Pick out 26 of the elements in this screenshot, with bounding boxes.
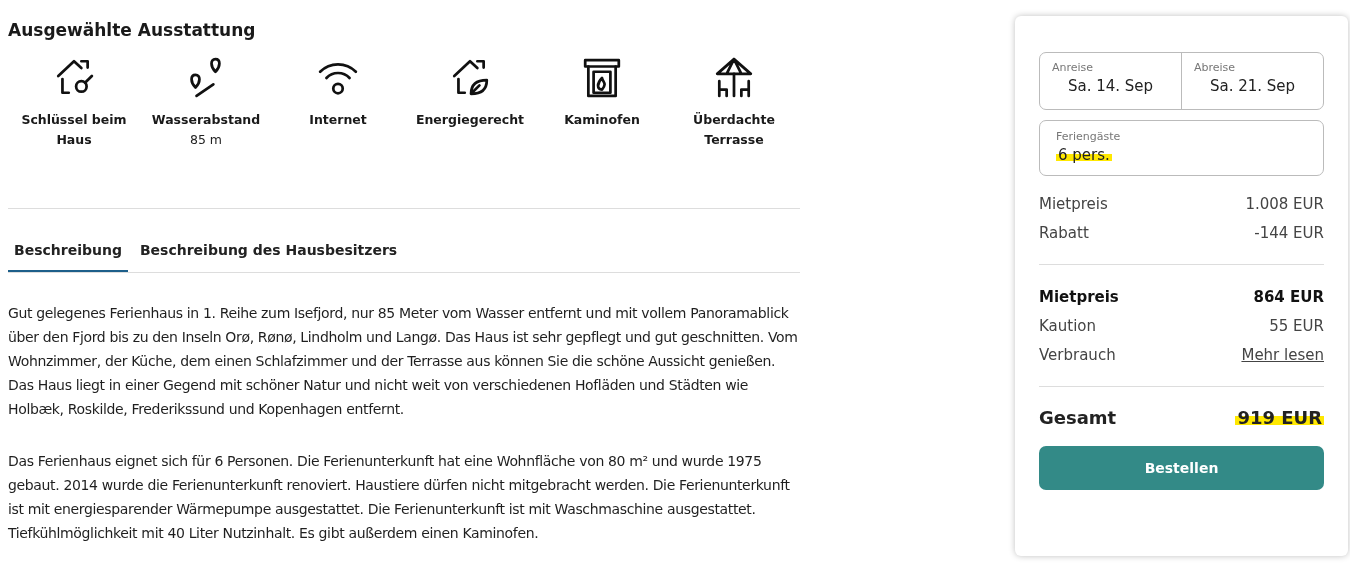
- fireplace-icon: [581, 56, 623, 98]
- description-paragraph: Gut gelegenes Ferienhaus in 1. Reihe zum Isefjord, nur 85 Meter vom Wasser entfernt und mit vollem Panoramablick über den Fjord bis zu den Inseln Orø, Rønø, Lindholm und Langø. Das Haus ist sehr gepflegt und gut geschnitten. Vom Wohnzimmer, der Küche, dem einen Schlafzimmer und der Terrasse aus können Sie die schöne Aussicht genießen. Das Haus liegt in einer Gegend mit schöner Natur und nicht weit von verschiedenen Hofläden und Städten wie Holbæk, Roskilde, Frederikssund und Kopenhagen entfernt.: [8, 304, 799, 419]
- order-button[interactable]: Bestellen: [1039, 446, 1324, 490]
- price-value: 55 EUR: [1269, 316, 1324, 337]
- amenity-label: Wasserabstand: [151, 111, 261, 129]
- amenity-label: Internet: [308, 111, 368, 129]
- price-label: Mietpreis: [1039, 287, 1119, 308]
- parasol-icon: [713, 56, 755, 98]
- read-more-link[interactable]: Mehr lesen: [1241, 341, 1324, 370]
- amenity-label: Kaminofen: [563, 111, 641, 129]
- price-label: Verbrauch: [1039, 345, 1116, 366]
- amenity-value: 85 m: [189, 131, 223, 149]
- price-label: Mietpreis: [1039, 194, 1108, 215]
- amenity-label: Energiegerecht: [415, 111, 525, 129]
- price-label: Rabatt: [1039, 223, 1089, 244]
- amenity-label: Schlüssel beim Haus: [20, 111, 128, 149]
- price-value: 864 EUR: [1253, 287, 1324, 308]
- section-title: Ausgewählte Ausstattung: [8, 20, 257, 40]
- tab[interactable]: Beschreibung: [8, 231, 128, 272]
- description-paragraph: Das Ferienhaus eignet sich für 6 Personen. Die Ferienunterkunft hat eine Wohnfläche von 80 m² und wurde 1975 gebaut. 2014 wurde die Ferienunterkunft renoviert. Haustiere dürfen nicht mitgebracht werden. Die Ferienunterkunft ist mit energiesparender Wärmepumpe ausgestattet. Die Ferienunterkunft ist mit Waschmaschine ausgestattet. Tiefkühlmöglichkeit mit 40 Liter Nutzinhalt. Es gibt außerdem einen Kaminofen.: [8, 452, 791, 543]
- price-value: -144 EUR: [1254, 223, 1324, 244]
- tab[interactable]: Beschreibung des Hausbesitzers: [133, 231, 404, 272]
- price-value: 1.008 EUR: [1245, 194, 1324, 215]
- total-label: Gesamt: [1039, 407, 1117, 428]
- price-label: Kaution: [1039, 316, 1096, 337]
- amenity-label: Überdachte Terrasse: [692, 111, 776, 149]
